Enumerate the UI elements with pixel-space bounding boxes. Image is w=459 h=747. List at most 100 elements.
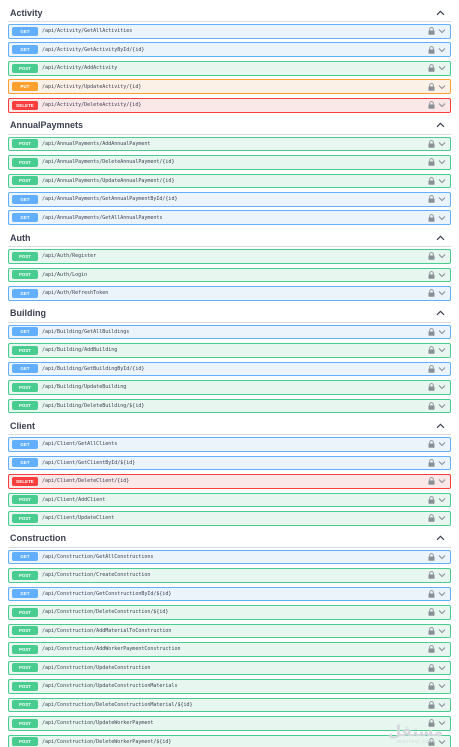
operation-row[interactable]: POST/api/Client/UpdateClient bbox=[8, 511, 451, 526]
lock-icon[interactable] bbox=[428, 365, 435, 373]
operation-row[interactable]: POST/api/Construction/AddMaterialToConst… bbox=[8, 623, 451, 639]
chevron-down-icon[interactable] bbox=[438, 178, 446, 184]
chevron-down-icon[interactable] bbox=[438, 272, 446, 278]
lock-icon[interactable] bbox=[428, 195, 435, 203]
chevron-down-icon[interactable] bbox=[438, 478, 446, 484]
lock-icon[interactable] bbox=[428, 346, 435, 355]
chevron-down-icon[interactable] bbox=[438, 102, 446, 108]
lock-icon[interactable] bbox=[428, 737, 435, 746]
operation-row[interactable]: GET/api/Activity/GetAllActivities bbox=[8, 24, 451, 39]
operation-row[interactable]: POST/api/AnnualPayments/AddAnnualPayment bbox=[8, 136, 451, 152]
lock-icon[interactable] bbox=[428, 608, 435, 617]
chevron-down-icon[interactable] bbox=[438, 65, 446, 71]
lock-icon[interactable] bbox=[428, 496, 435, 504]
operation-row[interactable]: POST/api/Construction/AddWorkerPaymentCo… bbox=[8, 642, 451, 657]
chevron-up-icon[interactable] bbox=[435, 421, 445, 431]
section-header[interactable]: AnnualPaymnets bbox=[8, 117, 451, 135]
lock-icon[interactable] bbox=[428, 176, 435, 185]
chevron-down-icon[interactable] bbox=[438, 141, 446, 147]
section-header[interactable]: Client bbox=[8, 417, 451, 436]
operation-row[interactable]: POST/api/AnnualPayments/UpdateAnnualPaym… bbox=[8, 173, 451, 189]
operation-row[interactable]: POST/api/Construction/UpdateConstruction… bbox=[8, 679, 451, 694]
lock-icon[interactable] bbox=[428, 27, 435, 35]
chevron-down-icon[interactable] bbox=[438, 628, 446, 634]
operation-row[interactable]: POST/api/Construction/UpdateConstruction bbox=[8, 660, 451, 676]
operation-row[interactable]: POST/api/AnnualPayments/DeleteAnnualPaym… bbox=[8, 155, 451, 170]
operation-row[interactable]: GET/api/Construction/GetAllConstructions bbox=[8, 549, 451, 565]
lock-icon[interactable] bbox=[428, 719, 435, 728]
chevron-up-icon[interactable] bbox=[435, 8, 445, 18]
lock-icon[interactable] bbox=[428, 571, 435, 580]
lock-icon[interactable] bbox=[428, 627, 435, 635]
chevron-down-icon[interactable] bbox=[438, 497, 446, 503]
chevron-down-icon[interactable] bbox=[438, 366, 446, 372]
chevron-down-icon[interactable] bbox=[438, 384, 446, 390]
operation-row[interactable]: POST/api/Construction/DeleteWorkerPaymen… bbox=[8, 734, 451, 747]
chevron-down-icon[interactable] bbox=[438, 572, 446, 578]
operation-row[interactable]: DELETE/api/Activity/DeleteActivity/{id} bbox=[8, 97, 451, 113]
lock-icon[interactable] bbox=[428, 590, 435, 598]
chevron-down-icon[interactable] bbox=[438, 159, 446, 165]
section-header[interactable]: Construction bbox=[8, 530, 451, 548]
chevron-up-icon[interactable] bbox=[435, 308, 445, 318]
chevron-down-icon[interactable] bbox=[438, 347, 446, 353]
operation-row[interactable]: POST/api/Construction/UpdateWorkerPaymen… bbox=[8, 716, 451, 731]
chevron-down-icon[interactable] bbox=[438, 739, 446, 745]
chevron-down-icon[interactable] bbox=[438, 646, 446, 652]
operation-row[interactable]: GET/api/Client/GetAllClients bbox=[8, 437, 451, 452]
lock-icon[interactable] bbox=[428, 139, 435, 148]
lock-icon[interactable] bbox=[428, 158, 435, 167]
chevron-down-icon[interactable] bbox=[438, 609, 446, 615]
chevron-down-icon[interactable] bbox=[438, 665, 446, 671]
chevron-down-icon[interactable] bbox=[438, 403, 446, 409]
lock-icon[interactable] bbox=[428, 45, 435, 54]
chevron-down-icon[interactable] bbox=[438, 47, 446, 53]
chevron-down-icon[interactable] bbox=[438, 441, 446, 447]
section-header[interactable]: Building bbox=[8, 305, 451, 323]
chevron-down-icon[interactable] bbox=[438, 28, 446, 34]
chevron-down-icon[interactable] bbox=[438, 683, 446, 689]
chevron-down-icon[interactable] bbox=[438, 329, 446, 335]
operation-row[interactable]: POST/api/Construction/DeleteConstruction… bbox=[8, 605, 451, 620]
lock-icon[interactable] bbox=[428, 682, 435, 691]
chevron-down-icon[interactable] bbox=[438, 515, 446, 521]
chevron-down-icon[interactable] bbox=[438, 591, 446, 597]
operation-row[interactable]: POST/api/Client/AddClient bbox=[8, 492, 451, 508]
operation-row[interactable]: POST/api/Auth/Register bbox=[8, 249, 451, 264]
chevron-down-icon[interactable] bbox=[438, 84, 446, 90]
operation-row[interactable]: GET/api/AnnualPayments/GetAllAnnualPayme… bbox=[8, 210, 451, 226]
section-header[interactable]: Activity bbox=[8, 4, 451, 22]
chevron-up-icon[interactable] bbox=[435, 120, 445, 130]
operation-row[interactable]: POST/api/Auth/Login bbox=[8, 267, 451, 283]
lock-icon[interactable] bbox=[428, 252, 435, 261]
operation-row[interactable]: POST/api/Construction/DeleteConstruction… bbox=[8, 697, 451, 713]
operation-row[interactable]: GET/api/Building/GetAllBuildings bbox=[8, 324, 451, 340]
lock-icon[interactable] bbox=[428, 289, 435, 298]
chevron-down-icon[interactable] bbox=[438, 290, 446, 296]
chevron-up-icon[interactable] bbox=[435, 533, 445, 543]
chevron-down-icon[interactable] bbox=[438, 196, 446, 202]
chevron-down-icon[interactable] bbox=[438, 215, 446, 221]
chevron-down-icon[interactable] bbox=[438, 554, 446, 560]
lock-icon[interactable] bbox=[428, 383, 435, 392]
operation-row[interactable]: GET/api/Client/GetClientById/${id} bbox=[8, 455, 451, 471]
lock-icon[interactable] bbox=[428, 271, 435, 279]
lock-icon[interactable] bbox=[428, 664, 435, 672]
operation-row[interactable]: GET/api/Construction/GetConstructionById… bbox=[8, 586, 451, 602]
operation-row[interactable]: DELETE/api/Client/DeleteClient/{id} bbox=[8, 474, 451, 489]
lock-icon[interactable] bbox=[428, 477, 435, 486]
operation-row[interactable]: GET/api/Activity/GetActivityById/{id} bbox=[8, 42, 451, 58]
lock-icon[interactable] bbox=[428, 440, 435, 449]
operation-row[interactable]: GET/api/Building/GetBuildingById/{id} bbox=[8, 361, 451, 377]
operation-row[interactable]: POST/api/Building/AddBuilding bbox=[8, 343, 451, 358]
lock-icon[interactable] bbox=[428, 328, 435, 336]
lock-icon[interactable] bbox=[428, 82, 435, 91]
lock-icon[interactable] bbox=[428, 645, 435, 654]
operation-row[interactable]: PUT/api/Activity/UpdateActivity/{id} bbox=[8, 79, 451, 95]
lock-icon[interactable] bbox=[428, 213, 435, 222]
lock-icon[interactable] bbox=[428, 514, 435, 523]
lock-icon[interactable] bbox=[428, 101, 435, 109]
lock-icon[interactable] bbox=[428, 553, 435, 561]
section-header[interactable]: Auth bbox=[8, 229, 451, 248]
operation-row[interactable]: POST/api/Building/DeleteBuilding/${id} bbox=[8, 398, 451, 414]
